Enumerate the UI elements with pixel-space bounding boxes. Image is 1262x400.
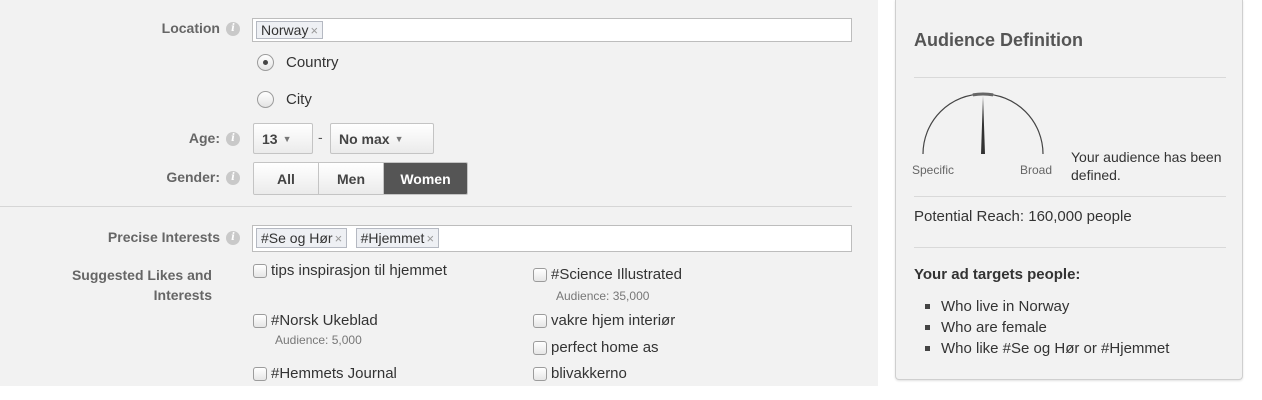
gauge-specific-label: Specific [912,163,955,177]
chevron-down-icon: ▼ [394,133,404,144]
age-label-wrap: Age: i [0,130,240,150]
suggested-item-label: blivakkerno [551,365,627,382]
radio-button-checked-icon[interactable] [257,53,274,71]
suggested-label-wrap: Suggested Likes and Interests [0,265,240,309]
radio-city-label: City [286,90,312,108]
checkbox-icon[interactable] [533,267,547,282]
target-text: Who live in Norway [941,298,1070,315]
age-info-icon[interactable]: i [226,132,240,147]
checkbox-icon[interactable] [253,263,267,278]
suggested-item-label: #Science Illustrated [551,266,682,283]
suggested-item-label: perfect home as [551,339,659,356]
radio-country[interactable]: Country [257,52,339,72]
ad-targeting-form: Location i Norway × Country City Age: i 13 … [0,0,878,386]
section-divider [0,206,852,207]
gender-info-icon[interactable]: i [226,171,240,186]
list-item: Who are female [914,317,1169,338]
age-max-select[interactable]: No max ▼ [330,123,434,154]
suggested-item[interactable]: tips inspirasjon til hjemmet [253,262,447,279]
precise-interests-label-text: Precise Interests [107,229,220,245]
location-info-icon[interactable]: i [226,22,240,37]
list-item: Who like #Se og Hør or #Hjemmet [914,338,1169,359]
audience-gauge-icon [922,92,1044,155]
bullet-icon [925,325,930,330]
age-min-select[interactable]: 13 ▼ [253,123,313,154]
interest-token-label: #Hjemmet [360,230,425,246]
checkbox-icon[interactable] [533,313,547,328]
location-label: Location i [161,20,240,37]
gender-men-button[interactable]: Men [319,163,384,194]
bullet-icon [925,304,930,309]
audience-status-text: Your audience has been defined. [1071,149,1222,183]
divider [914,196,1226,197]
radio-button-icon[interactable] [257,90,274,108]
chevron-down-icon: ▼ [282,133,292,144]
suggested-label: Suggested Likes and Interests [72,265,212,305]
gender-label: Gender: i [166,169,240,186]
gauge-needle [981,96,985,154]
radio-city[interactable]: City [257,89,312,109]
location-label-wrap: Location i [0,20,240,40]
target-text: Who are female [941,319,1047,336]
precise-interests-info-icon[interactable]: i [226,231,240,246]
gender-toggle-group: All Men Women [253,162,468,195]
targets-title: Your ad targets people: [914,266,1081,283]
suggested-item[interactable]: #Norsk Ukeblad [253,312,378,329]
age-max-value: No max [339,130,390,147]
gender-label-text: Gender: [166,169,220,185]
remove-token-icon[interactable]: × [426,231,434,246]
targets-list: Who live in Norway Who are female Who li… [914,296,1169,359]
suggested-item-label: tips inspirasjon til hjemmet [271,262,447,279]
gender-women-button[interactable]: Women [384,163,467,194]
divider [914,247,1226,248]
age-separator: - [318,129,323,145]
remove-token-icon[interactable]: × [310,23,318,38]
audience-definition-panel: Audience Definition Specific Broad Your … [895,0,1243,380]
checkbox-icon[interactable] [533,366,547,381]
divider [914,77,1226,78]
age-label: Age: i [188,130,240,147]
suggested-item-label: #Norsk Ukeblad [271,312,378,329]
suggested-item-audience: Audience: 5,000 [275,333,362,347]
suggested-label-line2: Interests [153,287,212,303]
checkbox-icon[interactable] [253,313,267,328]
precise-interests-label: Precise Interests i [107,229,240,246]
age-label-text: Age: [188,130,220,146]
suggested-item[interactable]: #Hemmets Journal [253,365,397,382]
gender-label-wrap: Gender: i [0,169,240,189]
audience-title: Audience Definition [914,30,1084,50]
potential-reach: Potential Reach: 160,000 people [914,208,1132,225]
suggested-item[interactable]: #Science Illustrated [533,266,682,283]
precise-interests-input[interactable]: #Se og Hør × #Hjemmet × [252,225,852,252]
suggested-item[interactable]: perfect home as [533,339,659,356]
suggested-item-label: #Hemmets Journal [271,365,397,382]
interest-token: #Hjemmet × [355,228,440,248]
suggested-item[interactable]: vakre hjem interiør [533,312,675,329]
list-item: Who live in Norway [914,296,1169,317]
radio-country-label: Country [286,53,339,71]
location-input[interactable]: Norway × [252,18,852,42]
location-label-text: Location [161,20,220,36]
suggested-item-audience: Audience: 35,000 [556,289,650,303]
suggested-item-label: vakre hjem interiør [551,312,676,329]
interest-token-label: #Se og Hør [261,230,333,246]
location-token-label: Norway [261,22,309,38]
precise-interests-label-wrap: Precise Interests i [0,229,240,249]
age-min-value: 13 [262,130,278,147]
gender-all-button[interactable]: All [254,163,319,194]
remove-token-icon[interactable]: × [335,231,343,246]
suggested-label-line1: Suggested Likes and [71,267,212,283]
target-text: Who like #Se og Hør or #Hjemmet [941,340,1170,357]
checkbox-icon[interactable] [253,366,267,381]
gauge-broad-label: Broad [1020,163,1053,177]
bullet-icon [925,346,930,351]
gauge-highlight-arc [972,92,994,97]
interest-token: #Se og Hør × [256,228,348,248]
suggested-item[interactable]: blivakkerno [533,365,627,382]
location-token: Norway × [256,21,324,39]
checkbox-icon[interactable] [533,340,547,355]
